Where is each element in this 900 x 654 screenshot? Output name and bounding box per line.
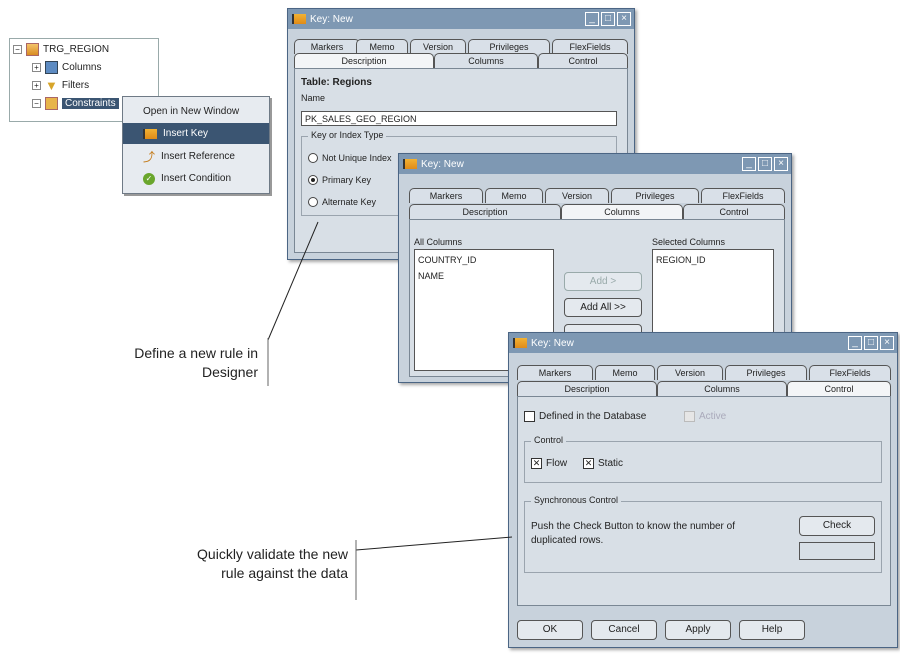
caption-validate-rule: Quickly validate the new rule against th… — [197, 546, 348, 581]
callout-line-validate — [355, 536, 513, 551]
callout-lines — [267, 221, 513, 600]
callout-line-define — [267, 221, 319, 341]
caption-define-rule: Define a new rule in Designer — [134, 345, 258, 380]
